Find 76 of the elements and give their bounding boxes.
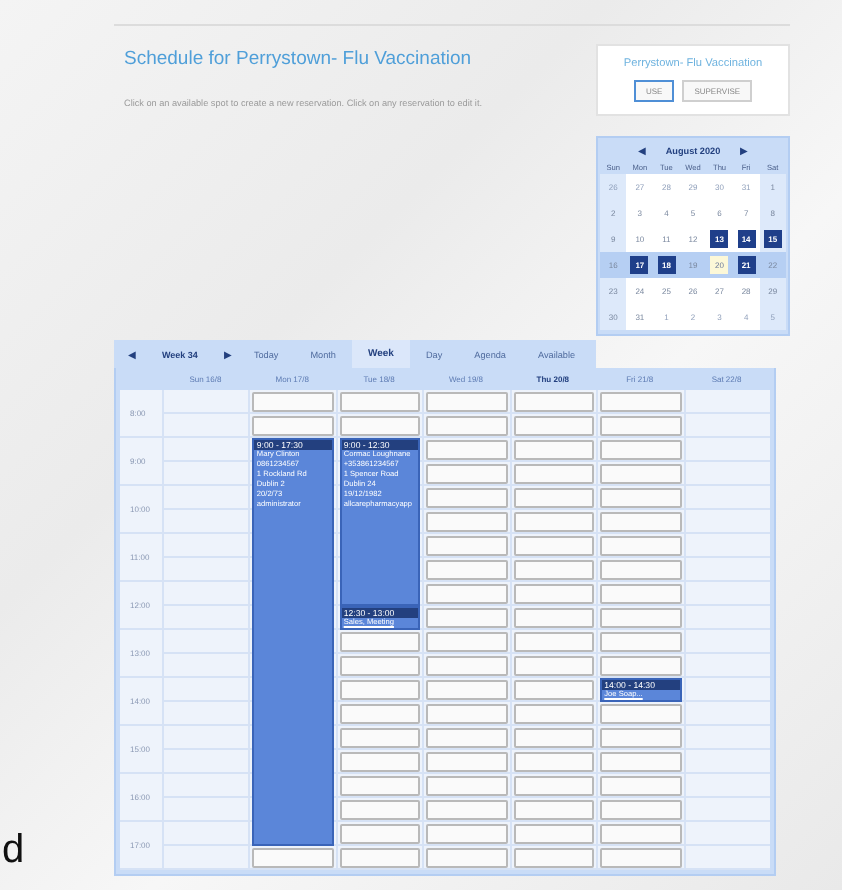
- available-slot[interactable]: [600, 824, 682, 844]
- available-slot[interactable]: [339, 728, 421, 748]
- available-slot[interactable]: [339, 416, 421, 436]
- available-slot[interactable]: [513, 848, 595, 868]
- available-slot[interactable]: [600, 728, 682, 748]
- available-slot[interactable]: [426, 728, 508, 748]
- available-slot[interactable]: [339, 776, 421, 796]
- available-slot[interactable]: [339, 824, 421, 844]
- available-slot[interactable]: [600, 752, 682, 772]
- available-slot[interactable]: [513, 728, 595, 748]
- available-slot[interactable]: [600, 800, 682, 820]
- available-slot[interactable]: [600, 632, 682, 652]
- available-slot[interactable]: [513, 464, 595, 484]
- available-slot[interactable]: [339, 680, 421, 700]
- available-slot[interactable]: [600, 512, 682, 532]
- available-slot[interactable]: [600, 392, 682, 412]
- available-slot[interactable]: [513, 680, 595, 700]
- available-slot[interactable]: [426, 512, 508, 532]
- available-slot[interactable]: [426, 776, 508, 796]
- available-slot[interactable]: [513, 440, 595, 460]
- available-slot[interactable]: [600, 704, 682, 724]
- available-slot[interactable]: [600, 560, 682, 580]
- available-slot[interactable]: [339, 800, 421, 820]
- available-slot[interactable]: [600, 464, 682, 484]
- available-slot[interactable]: [513, 512, 595, 532]
- available-slot[interactable]: [600, 848, 682, 868]
- available-slot[interactable]: [513, 536, 595, 556]
- available-slot[interactable]: [600, 776, 682, 796]
- available-slot[interactable]: [600, 488, 682, 508]
- available-slot[interactable]: [513, 584, 595, 604]
- available-slot[interactable]: [513, 488, 595, 508]
- available-slot[interactable]: [426, 632, 508, 652]
- available-slot[interactable]: [426, 752, 508, 772]
- available-slot[interactable]: [600, 584, 682, 604]
- available-slot[interactable]: [426, 848, 508, 868]
- available-slot[interactable]: [426, 800, 508, 820]
- available-slot[interactable]: [426, 680, 508, 700]
- available-slot[interactable]: [252, 416, 334, 436]
- available-slot[interactable]: [513, 632, 595, 652]
- available-slot[interactable]: [339, 752, 421, 772]
- available-slot[interactable]: [600, 536, 682, 556]
- available-slot[interactable]: [600, 608, 682, 628]
- available-slot[interactable]: [426, 416, 508, 436]
- available-slot[interactable]: [426, 536, 508, 556]
- available-slot[interactable]: [426, 392, 508, 412]
- available-slot[interactable]: [339, 704, 421, 724]
- available-slot[interactable]: [252, 392, 334, 412]
- available-slot[interactable]: [513, 392, 595, 412]
- available-slot[interactable]: [513, 704, 595, 724]
- available-slot[interactable]: [600, 656, 682, 676]
- available-slot[interactable]: [513, 752, 595, 772]
- available-slot[interactable]: [426, 560, 508, 580]
- available-slot[interactable]: [426, 656, 508, 676]
- available-slot[interactable]: [513, 656, 595, 676]
- available-slot[interactable]: [513, 776, 595, 796]
- available-slot[interactable]: [426, 704, 508, 724]
- available-slot[interactable]: [339, 632, 421, 652]
- available-slot[interactable]: [426, 824, 508, 844]
- available-slot[interactable]: [600, 416, 682, 436]
- available-slot[interactable]: [426, 488, 508, 508]
- available-slot[interactable]: [513, 416, 595, 436]
- available-slot[interactable]: [426, 584, 508, 604]
- available-slot[interactable]: [513, 608, 595, 628]
- available-slot[interactable]: [339, 392, 421, 412]
- available-slot[interactable]: [339, 848, 421, 868]
- available-slot[interactable]: [339, 656, 421, 676]
- available-slot[interactable]: [513, 824, 595, 844]
- available-slot[interactable]: [513, 560, 595, 580]
- available-slot[interactable]: [426, 608, 508, 628]
- page-title: Schedule for Perrystown- Flu Vaccination: [124, 48, 474, 70]
- available-slot[interactable]: [426, 464, 508, 484]
- available-slot[interactable]: [252, 848, 334, 868]
- cut-off-text: d: [2, 828, 25, 874]
- available-slot[interactable]: [513, 800, 595, 820]
- available-slot[interactable]: [426, 440, 508, 460]
- available-slot[interactable]: [600, 440, 682, 460]
